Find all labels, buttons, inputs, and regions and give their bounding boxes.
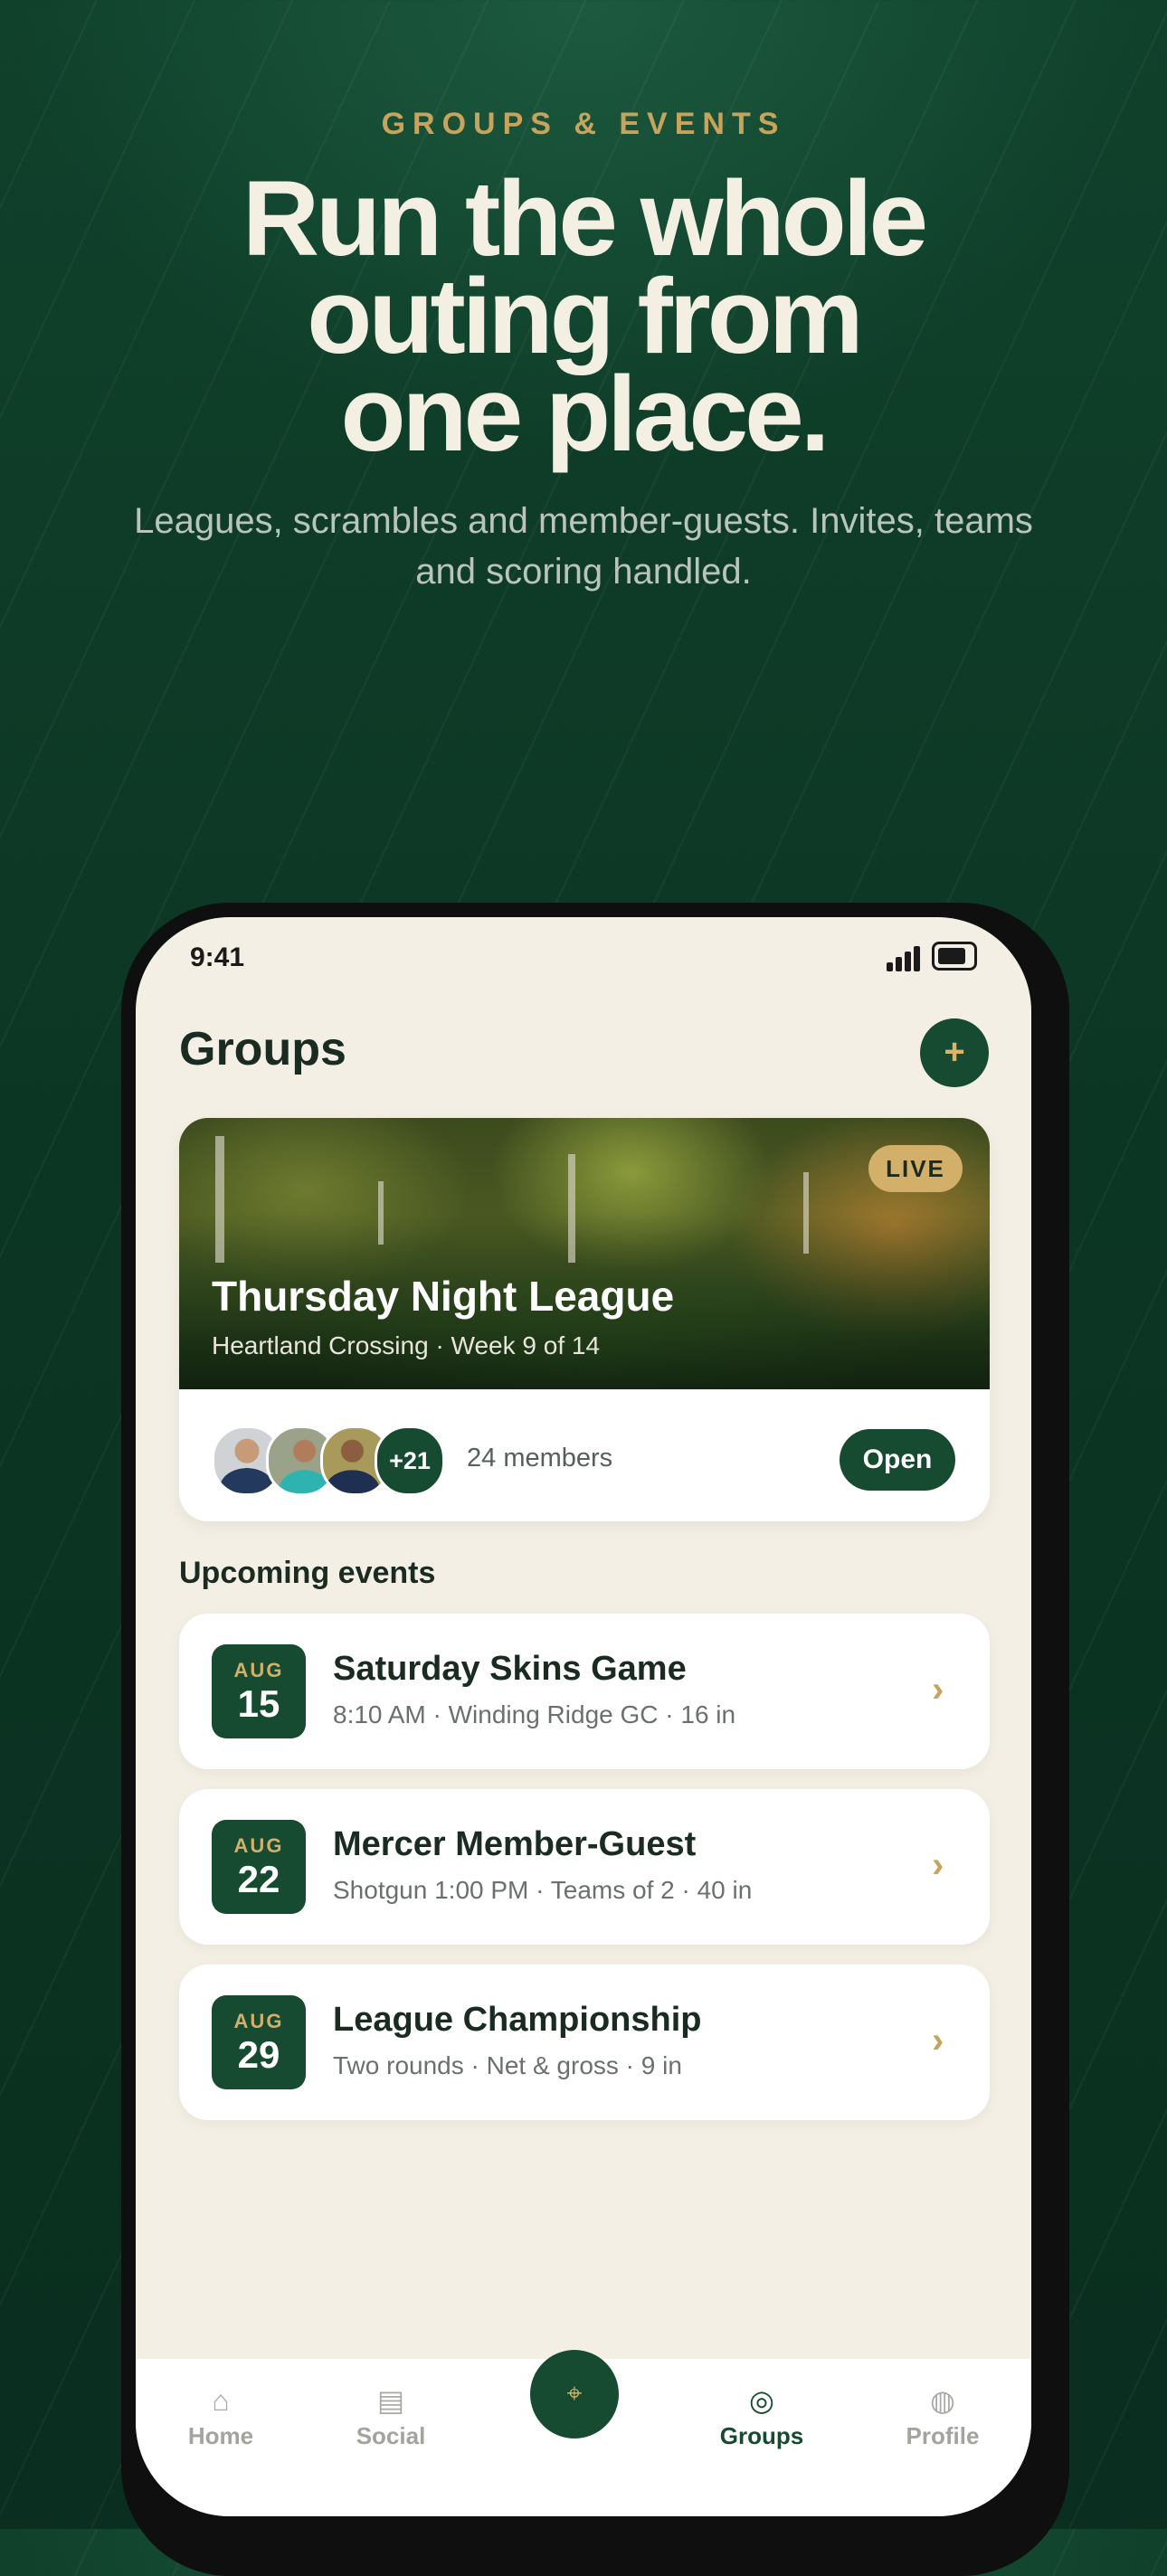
hero-headline: Run the whole outing from one place.: [0, 159, 1167, 474]
event-title: League Championship: [333, 2001, 702, 2039]
date-chip: AUG 15: [212, 1644, 306, 1738]
event-day: 29: [237, 2033, 280, 2076]
tab-label: Groups: [719, 2422, 804, 2449]
tab-home[interactable]: ⌂ Home: [157, 2382, 284, 2450]
plus-icon: +: [944, 1032, 965, 1072]
event-day: 22: [237, 1858, 280, 1900]
open-league-button[interactable]: Open: [840, 1429, 955, 1491]
chevron-right-icon: ›: [932, 1845, 944, 1885]
event-card[interactable]: AUG 22 Mercer Member-Guest Shotgun 1:00 …: [179, 1789, 990, 1945]
headline-line: outing from: [307, 257, 863, 376]
chevron-right-icon: ›: [932, 2021, 944, 2060]
add-group-button[interactable]: +: [920, 1018, 989, 1087]
event-month: AUG: [233, 1834, 284, 1857]
flag-pin-icon: ⌖: [566, 2379, 583, 2409]
headline-line: Run the whole: [242, 159, 928, 279]
chevron-right-icon: ›: [932, 1670, 944, 1709]
headline-line: one place.: [340, 355, 830, 474]
battery-icon: [932, 942, 977, 971]
event-card[interactable]: AUG 29 League Championship Two rounds · …: [179, 1965, 990, 2120]
league-meta: Heartland Crossing · Week 9 of 14: [212, 1331, 601, 1359]
event-title: Mercer Member-Guest: [333, 1825, 697, 1863]
live-badge: LIVE: [868, 1145, 963, 1192]
event-details: Shotgun 1:00 PM · Teams of 2 · 40 in: [333, 1876, 753, 1904]
home-icon: ⌂: [212, 2384, 230, 2417]
member-count: 24 members: [467, 1444, 613, 1473]
tab-label: Home: [187, 2422, 254, 2449]
tab-label: Profile: [906, 2422, 980, 2449]
event-card[interactable]: AUG 15 Saturday Skins Game 8:10 AM · Win…: [179, 1614, 990, 1769]
signal-icon: [887, 944, 923, 971]
center-action-button[interactable]: ⌖: [530, 2350, 619, 2439]
league-card[interactable]: LIVE Thursday Night League Heartland Cro…: [179, 1118, 990, 1521]
event-month: AUG: [233, 1659, 284, 1681]
groups-icon: ◎: [749, 2384, 774, 2417]
league-name: Thursday Night League: [212, 1273, 675, 1320]
upcoming-events-heading: Upcoming events: [179, 1556, 436, 1590]
date-chip: AUG 29: [212, 1995, 306, 2089]
tab-bar: ⌂ Home ▤ Social ⌖ ◎ Groups ◍ Profile: [136, 2350, 1031, 2516]
more-members-count: +21: [375, 1425, 445, 1496]
tab-groups[interactable]: ◎ Groups: [698, 2382, 825, 2450]
page-title: Groups: [179, 1023, 346, 1075]
feed-icon: ▤: [376, 2384, 405, 2417]
profile-icon: ◍: [930, 2384, 955, 2417]
event-title: Saturday Skins Game: [333, 1650, 687, 1688]
status-time: 9:41: [190, 942, 245, 972]
tab-profile[interactable]: ◍ Profile: [879, 2382, 1006, 2450]
tab-label: Social: [356, 2422, 426, 2449]
event-month: AUG: [233, 2010, 284, 2032]
hero-subhead: Leagues, scrambles and member-guests. In…: [134, 501, 1033, 592]
date-chip: AUG 22: [212, 1820, 306, 1914]
event-details: Two rounds · Net & gross · 9 in: [333, 2051, 682, 2079]
hero-eyebrow: GROUPS & EVENTS: [381, 107, 786, 141]
phone-screen: 9:41 Groups + LIVE Thursday Night League…: [136, 917, 1031, 2516]
tab-social[interactable]: ▤ Social: [327, 2382, 454, 2450]
event-day: 15: [237, 1682, 280, 1725]
event-details: 8:10 AM · Winding Ridge GC · 16 in: [333, 1700, 736, 1728]
member-avatars[interactable]: +21: [212, 1425, 483, 1496]
